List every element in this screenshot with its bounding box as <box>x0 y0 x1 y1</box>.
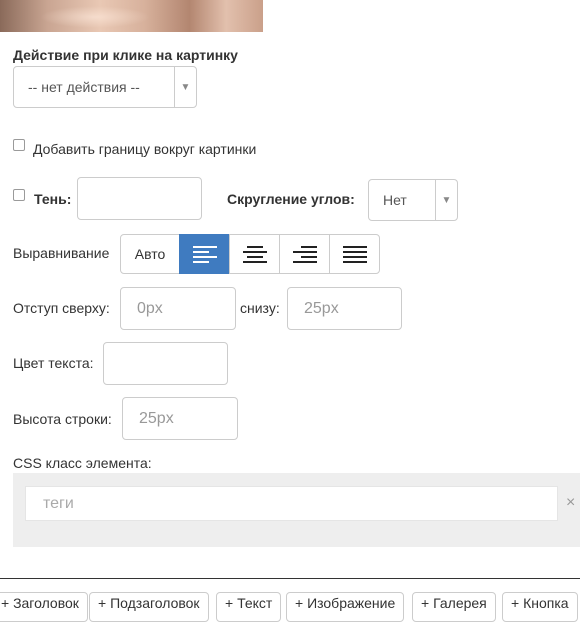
text-color-label: Цвет текста: <box>13 355 94 371</box>
align-left-button[interactable] <box>179 234 230 274</box>
chevron-down-icon: ▼ <box>435 180 457 220</box>
border-checkbox[interactable] <box>13 139 25 151</box>
css-class-label: CSS класс элемента: <box>13 455 152 471</box>
text-color-input[interactable] <box>103 342 228 385</box>
shadow-checkbox[interactable] <box>13 189 25 201</box>
align-right-button[interactable] <box>279 234 330 274</box>
add-heading-button[interactable]: + Заголовок <box>0 592 88 622</box>
shadow-label: Тень: <box>34 191 72 207</box>
rounding-value: Нет <box>383 192 407 208</box>
align-auto-label: Авто <box>134 246 166 262</box>
align-center-button[interactable] <box>229 234 280 274</box>
padding-top-label: Отступ сверху: <box>13 300 110 316</box>
border-label: Добавить границу вокруг картинки <box>33 141 257 157</box>
align-left-icon <box>192 245 217 263</box>
align-center-icon <box>242 245 267 263</box>
alignment-label: Выравнивание <box>13 245 110 261</box>
add-gallery-button[interactable]: + Галерея <box>412 592 496 622</box>
padding-bottom-label: снизу: <box>240 300 280 316</box>
align-justify-icon <box>342 245 367 263</box>
line-height-label: Высота строки: <box>13 411 112 427</box>
line-height-input[interactable] <box>122 397 238 440</box>
add-text-button[interactable]: + Текст <box>216 592 282 622</box>
shadow-input[interactable] <box>77 177 202 220</box>
close-icon[interactable]: × <box>566 494 575 512</box>
click-action-select[interactable]: -- нет действия -- ▼ <box>13 66 197 108</box>
css-class-placeholder: теги <box>43 494 74 512</box>
image-preview <box>0 0 263 32</box>
click-action-value: -- нет действия -- <box>28 79 140 95</box>
click-action-label: Действие при клике на картинку <box>13 47 238 63</box>
add-subheading-button[interactable]: + Подзаголовок <box>89 592 209 622</box>
rounding-label: Скругление углов: <box>227 191 355 207</box>
css-class-tag-input[interactable]: теги <box>25 486 558 521</box>
divider <box>0 578 580 579</box>
chevron-down-icon: ▼ <box>174 67 196 107</box>
align-auto-button[interactable]: Авто <box>120 234 180 274</box>
padding-top-input[interactable] <box>120 287 236 330</box>
rounding-select[interactable]: Нет ▼ <box>368 179 458 221</box>
align-right-icon <box>292 245 317 263</box>
align-justify-button[interactable] <box>329 234 380 274</box>
add-button-button[interactable]: + Кнопка <box>502 592 578 622</box>
padding-bottom-input[interactable] <box>287 287 402 330</box>
alignment-button-group: Авто <box>120 234 380 274</box>
add-image-button[interactable]: + Изображение <box>286 592 405 622</box>
